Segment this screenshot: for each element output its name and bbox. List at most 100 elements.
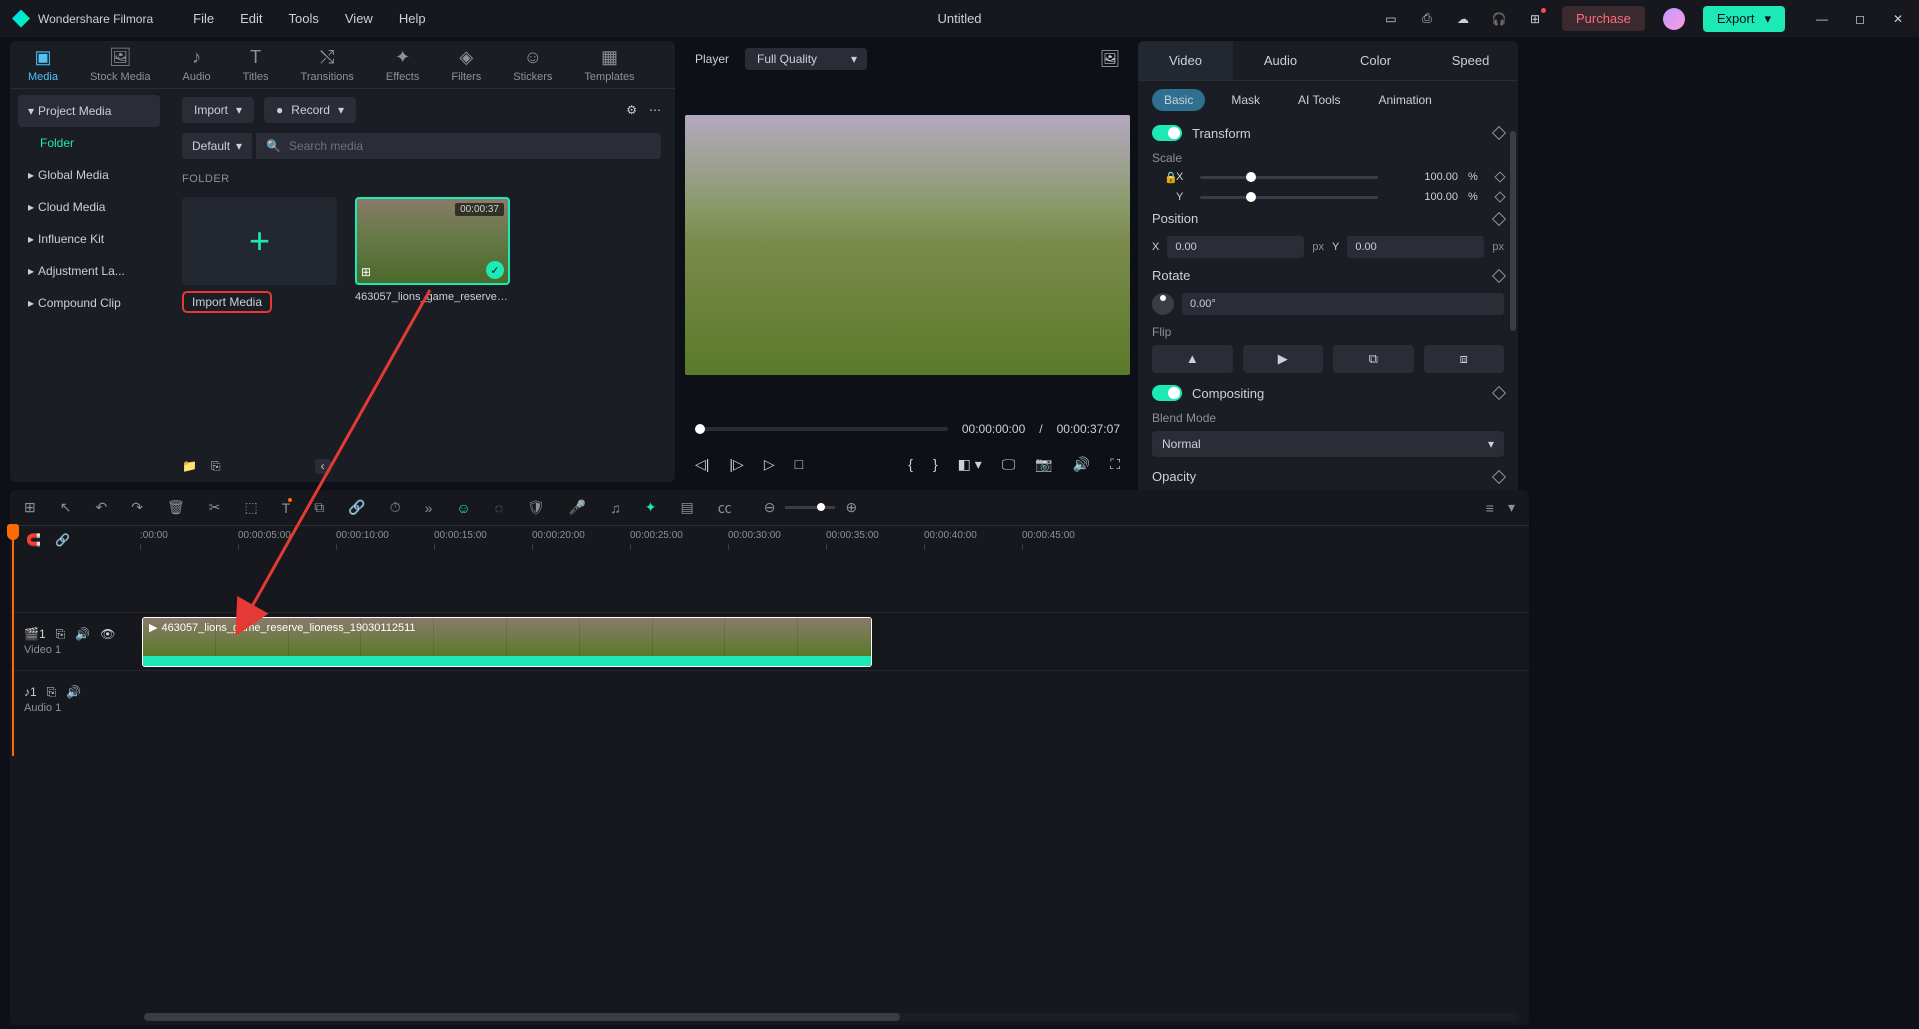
sidebar-project-media[interactable]: ▾ Project Media xyxy=(18,95,160,127)
track-visible-icon[interactable]: 👁 xyxy=(100,627,115,642)
user-avatar[interactable] xyxy=(1663,8,1685,30)
text-icon[interactable]: T xyxy=(282,500,291,516)
sidebar-compound-clip[interactable]: ▸ Compound Clip xyxy=(18,287,160,319)
track-height-icon[interactable]: ≡ xyxy=(1486,500,1494,516)
compositing-toggle[interactable] xyxy=(1152,385,1182,401)
track-mute-icon[interactable]: 🔊 xyxy=(75,627,90,642)
tab-media[interactable]: ▣Media xyxy=(28,47,58,83)
timeline-h-scrollbar[interactable] xyxy=(144,1013,1519,1021)
cc-icon[interactable]: ㏄ xyxy=(718,498,732,518)
circle-icon[interactable]: ◌ xyxy=(495,500,503,516)
screen-icon[interactable]: ▭ xyxy=(1382,10,1400,28)
mark-in-icon[interactable]: { xyxy=(908,456,913,472)
pos-y-input[interactable]: 0.00 xyxy=(1347,236,1484,258)
undo-icon[interactable]: ↶ xyxy=(95,499,107,516)
cloud-icon[interactable]: ☁ xyxy=(1454,10,1472,28)
menu-help[interactable]: Help xyxy=(399,11,426,26)
subtab-mask[interactable]: Mask xyxy=(1219,89,1272,111)
transform-toggle[interactable] xyxy=(1152,125,1182,141)
mark-out-icon[interactable]: } xyxy=(933,456,938,472)
scale-x-value[interactable]: 100.00 xyxy=(1388,171,1458,183)
sidebar-adjustment-layer[interactable]: ▸ Adjustment La... xyxy=(18,255,160,287)
zoom-slider[interactable] xyxy=(785,506,835,509)
rotate-knob[interactable] xyxy=(1152,293,1174,315)
pos-x-input[interactable]: 0.00 xyxy=(1167,236,1304,258)
scale-y-value[interactable]: 100.00 xyxy=(1388,191,1458,203)
opacity-keyframe-icon[interactable] xyxy=(1492,469,1506,483)
timeline-clip[interactable]: ▶463057_lions_game_reserve_lioness_19030… xyxy=(142,617,872,667)
scale-x-slider[interactable] xyxy=(1200,176,1378,179)
resize-icon[interactable]: ⧉ xyxy=(314,499,324,516)
tab-templates[interactable]: ▦Templates xyxy=(584,47,634,83)
sidebar-influence-kit[interactable]: ▸ Influence Kit xyxy=(18,223,160,255)
subtab-ai-tools[interactable]: AI Tools xyxy=(1286,89,1352,111)
sidebar-global-media[interactable]: ▸ Global Media xyxy=(18,159,160,191)
snapshot-icon[interactable]: 🖼 xyxy=(1100,49,1120,69)
props-tab-video[interactable]: Video xyxy=(1138,41,1233,80)
transform-keyframe-icon[interactable] xyxy=(1492,126,1506,140)
maximize-icon[interactable]: ◻ xyxy=(1851,10,1869,28)
sidebar-folder[interactable]: Folder xyxy=(18,127,160,159)
mirror-v-button[interactable]: ⧈ xyxy=(1424,345,1505,373)
sparkle-icon[interactable]: ✦ xyxy=(645,499,657,516)
search-input[interactable]: 🔍 Search media xyxy=(256,133,661,159)
apps-icon[interactable]: ⊞ xyxy=(1526,10,1544,28)
scale-y-slider[interactable] xyxy=(1200,196,1378,199)
audio-mute-icon[interactable]: 🔊 xyxy=(66,685,81,700)
tab-filters[interactable]: ◈Filters xyxy=(451,47,481,83)
music-icon[interactable]: ♫ xyxy=(610,500,621,516)
tab-stickers[interactable]: ☺Stickers xyxy=(513,47,552,83)
tab-titles[interactable]: TTitles xyxy=(243,47,269,83)
display-icon[interactable]: 🖵 xyxy=(1002,456,1016,473)
timeline-ruler[interactable]: :00:0000:00:05:0000:00:10:0000:00:15:000… xyxy=(140,526,1529,554)
mic-icon[interactable]: 🎤 xyxy=(569,499,586,516)
speed-icon[interactable]: ⏱ xyxy=(390,499,401,516)
track-lock-icon[interactable]: ⎘ xyxy=(56,627,66,642)
flip-vertical-button[interactable]: ▶ xyxy=(1243,345,1324,373)
playhead[interactable] xyxy=(12,526,14,756)
subtab-basic[interactable]: Basic xyxy=(1152,89,1205,111)
cut-icon[interactable]: ✂ xyxy=(209,499,221,516)
folder-options-icon[interactable]: ⎘ xyxy=(211,459,221,474)
tab-transitions[interactable]: ⤭Transitions xyxy=(301,47,354,83)
record-dropdown[interactable]: ● Record ▾ xyxy=(264,97,356,123)
expand-icon[interactable]: » xyxy=(425,500,433,516)
quality-dropdown[interactable]: Full Quality xyxy=(745,48,867,70)
play-icon[interactable]: ▷ xyxy=(764,456,775,473)
scale-x-keyframe[interactable] xyxy=(1494,171,1505,182)
close-icon[interactable]: ✕ xyxy=(1889,10,1907,28)
magnet-icon[interactable]: 🧲 xyxy=(26,533,41,547)
redo-icon[interactable]: ↷ xyxy=(131,499,143,516)
zoom-in-icon[interactable]: ⊕ xyxy=(845,499,857,516)
scale-y-keyframe[interactable] xyxy=(1494,191,1505,202)
headphones-icon[interactable]: 🎧 xyxy=(1490,10,1508,28)
marker-icon[interactable]: ◧ ▾ xyxy=(958,456,982,473)
media-clip-thumbnail[interactable]: 00:00:37 ⊞ ✓ xyxy=(355,197,510,285)
subtab-animation[interactable]: Animation xyxy=(1366,89,1443,111)
sort-dropdown[interactable]: Default ▾ xyxy=(182,133,252,159)
camera-icon[interactable]: 📷 xyxy=(1035,456,1052,473)
menu-file[interactable]: File xyxy=(193,11,214,26)
filter-icon[interactable]: ⚙ xyxy=(626,103,637,117)
props-tab-speed[interactable]: Speed xyxy=(1423,41,1518,80)
scrubber-track[interactable] xyxy=(695,427,948,431)
shield-icon[interactable]: 🛡 xyxy=(527,499,545,516)
play-back-icon[interactable]: |▷ xyxy=(729,456,743,473)
cursor-icon[interactable]: ↖ xyxy=(60,499,72,516)
audio-lock-icon[interactable]: ⎘ xyxy=(47,685,57,700)
track-options-icon[interactable]: ▾ xyxy=(1508,499,1515,516)
purchase-button[interactable]: Purchase xyxy=(1562,6,1645,31)
tab-audio[interactable]: ♪Audio xyxy=(183,47,211,83)
rotate-input[interactable]: 0.00° xyxy=(1182,293,1504,315)
new-folder-icon[interactable]: 📁 xyxy=(182,459,197,474)
menu-edit[interactable]: Edit xyxy=(240,11,262,26)
mirror-h-button[interactable]: ⧉ xyxy=(1333,345,1414,373)
props-scrollbar[interactable] xyxy=(1510,131,1516,331)
import-dropdown[interactable]: Import ▾ xyxy=(182,97,254,123)
prev-frame-icon[interactable]: ◁| xyxy=(695,456,709,473)
position-keyframe-icon[interactable] xyxy=(1492,211,1506,225)
menu-tools[interactable]: Tools xyxy=(289,11,319,26)
collapse-sidebar[interactable]: ‹ xyxy=(315,459,331,474)
delete-icon[interactable]: 🗑 xyxy=(167,499,185,516)
stop-icon[interactable]: □ xyxy=(795,456,803,472)
